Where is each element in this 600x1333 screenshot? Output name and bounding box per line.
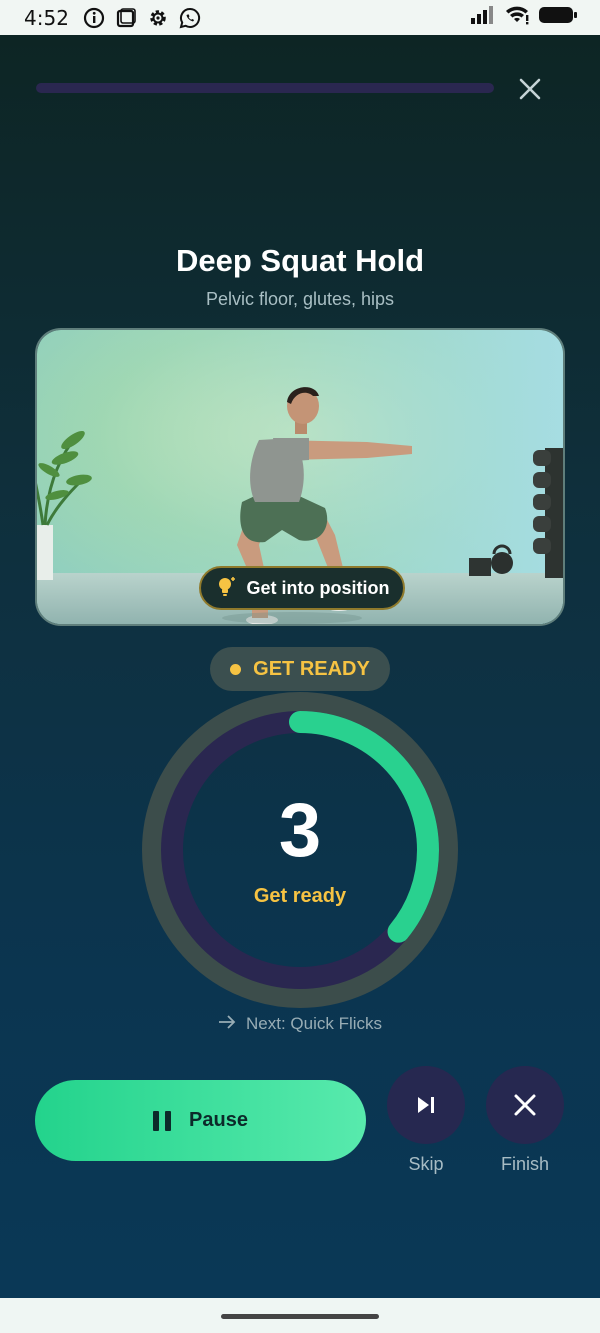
pause-icon bbox=[153, 1110, 172, 1131]
wifi-icon bbox=[504, 5, 530, 30]
workout-screen: Deep Squat Hold Pelvic floor, glutes, hi… bbox=[0, 35, 600, 1298]
status-time: 4:52 bbox=[24, 5, 69, 30]
workout-progress-bar bbox=[36, 83, 494, 93]
finish-label: Finish bbox=[500, 1154, 549, 1174]
phase-badge: GET READY bbox=[210, 647, 390, 691]
skip-button[interactable] bbox=[387, 1066, 465, 1144]
finish-button[interactable] bbox=[486, 1066, 564, 1144]
status-right bbox=[470, 5, 578, 30]
status-bar: 4:52 bbox=[0, 0, 600, 35]
square-icon bbox=[115, 7, 137, 29]
pause-button[interactable]: Pause bbox=[35, 1080, 366, 1161]
next-exercise: Next: Quick Flicks bbox=[0, 1014, 600, 1034]
whatsapp-icon bbox=[179, 7, 201, 29]
close-icon bbox=[514, 1094, 536, 1116]
gear-icon bbox=[147, 7, 169, 29]
position-hint: Get into position bbox=[199, 566, 405, 610]
arrow-right-icon bbox=[218, 1014, 236, 1034]
pause-label: Pause bbox=[189, 1109, 248, 1131]
info-icon bbox=[83, 7, 105, 29]
home-gesture-handle[interactable] bbox=[221, 1314, 379, 1319]
phase-dot bbox=[230, 663, 242, 675]
skip-next-icon bbox=[418, 1097, 434, 1113]
lightbulb-icon bbox=[215, 575, 237, 602]
exercise-video[interactable]: Get into position bbox=[35, 328, 565, 626]
countdown-label: Get ready bbox=[253, 885, 347, 907]
exercise-subtitle: Pelvic floor, glutes, hips bbox=[205, 289, 395, 309]
navigation-bar bbox=[0, 1298, 600, 1333]
signal-icon bbox=[470, 5, 496, 30]
position-hint-text: Get into position bbox=[246, 577, 390, 598]
battery-icon bbox=[538, 5, 578, 30]
countdown-number: 3 bbox=[278, 788, 322, 873]
next-exercise-text: Next: Quick Flicks bbox=[245, 1014, 383, 1033]
skip-label: Skip bbox=[408, 1154, 444, 1174]
close-icon bbox=[519, 78, 541, 100]
close-button[interactable] bbox=[512, 71, 548, 107]
phase-label: GET READY bbox=[253, 657, 370, 680]
exercise-title: Deep Squat Hold bbox=[175, 243, 424, 278]
status-left: 4:52 bbox=[24, 6, 201, 30]
